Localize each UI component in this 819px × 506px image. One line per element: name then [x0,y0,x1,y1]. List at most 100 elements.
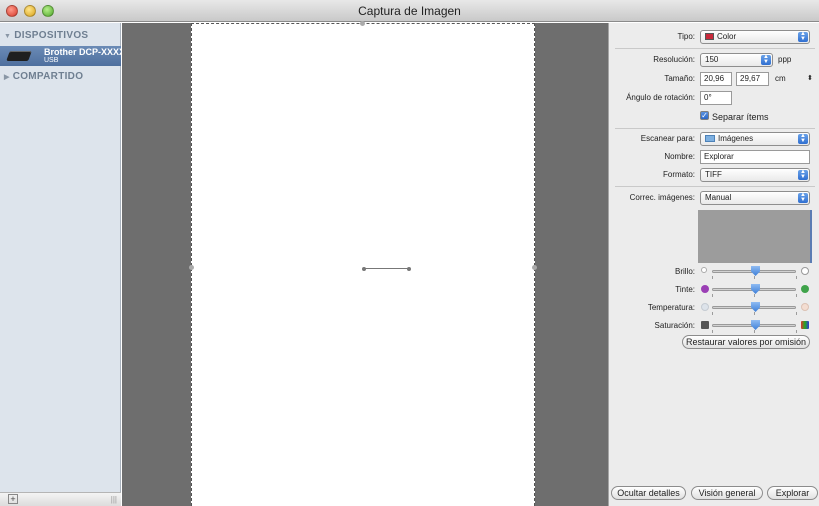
hide-details-button[interactable]: Ocultar detalles [611,486,686,500]
separar-row: ✓ Separar ítems [609,109,819,125]
separator [615,48,815,49]
escanear-popup[interactable]: Imágenes ▲ ▼ [700,132,810,146]
tipo-label: Tipo: [677,32,696,41]
shared-section-header[interactable]: ▶ COMPARTIDO [4,71,83,82]
devices-section-header[interactable]: ▼ DISPOSITIVOS [4,30,88,41]
rotation-handle-end[interactable] [407,267,411,271]
angulo-field[interactable]: 0° [700,91,732,105]
slider-row: Tinte: [609,282,819,298]
folder-icon [705,135,715,142]
sun-large-icon [801,267,809,275]
separator [615,186,815,187]
device-name: Brother DCP-XXXX [44,47,126,57]
histogram-preview [698,210,812,263]
resolucion-row: Resolución: 150 ▲ ▼ ppp [609,52,819,68]
slider-label: Saturación: [654,321,695,330]
separar-label: Separar ítems [712,112,769,122]
separar-checkbox[interactable]: ✓ [700,111,709,120]
magenta-icon [701,285,709,293]
tipo-value: Color [717,32,737,41]
formato-value: TIFF [705,170,722,179]
rotation-handle-line[interactable] [364,268,409,269]
formato-label: Formato: [662,170,695,179]
slider-tick [796,276,797,279]
slider-label: Brillo: [674,267,695,276]
slider-thumb[interactable] [751,284,760,294]
tamano-label: Tamaño: [664,74,695,83]
nombre-row: Nombre: Explorar [609,149,819,165]
slider-tick [712,312,713,315]
slider-tick [712,330,713,333]
disclosure-closed-icon: ▶ [4,74,10,81]
selection-handle-top[interactable] [360,21,365,26]
shared-header-label: COMPARTIDO [12,71,84,82]
selection-handle-left[interactable] [189,265,194,270]
scanner-icon [6,51,32,61]
formato-row: Formato: TIFF ▲ ▼ [609,167,819,183]
slider-row: Brillo: [609,264,819,280]
slider-tick [754,330,755,333]
slider-tick [754,276,755,279]
selection-handle-right[interactable] [532,265,537,270]
nombre-label: Nombre: [664,152,695,161]
nombre-field[interactable]: Explorar [700,150,810,164]
resize-grip-icon[interactable]: ||| [111,495,117,504]
correc-popup[interactable]: Manual ▲ ▼ [700,191,810,205]
width-field[interactable]: 20,96 [700,72,732,86]
formato-popup[interactable]: TIFF ▲ ▼ [700,168,810,182]
scan-button[interactable]: Explorar [767,486,818,500]
escanear-value: Imágenes [718,134,754,143]
add-icon[interactable]: + [8,494,18,504]
popup-arrows-icon: ▲ ▼ [798,31,808,42]
slider-tick [754,294,755,297]
sidebar-item-scanner[interactable]: Brother DCP-XXXX USB [0,46,125,66]
scan-page-preview[interactable] [189,21,537,506]
resolucion-unit: ppp [778,55,792,64]
slider-thumb[interactable] [751,302,760,312]
slider-label: Temperatura: [647,303,695,312]
resolucion-popup[interactable]: 150 ▲ ▼ [700,53,773,67]
tamano-unit: cm [775,74,786,83]
slider-thumb[interactable] [751,320,760,330]
device-connection: USB [44,57,59,64]
restore-defaults-button[interactable]: Restaurar valores por omisión [682,335,810,349]
slider-tick [712,276,713,279]
tamano-row: Tamaño: 20,96 29,67 cm ⬍ [609,71,819,87]
correc-row: Correc. imágenes: Manual ▲ ▼ [609,190,819,206]
slider-row: Temperatura: [609,300,819,316]
popup-arrows-icon: ▲ ▼ [761,54,771,65]
sidebar: ▼ DISPOSITIVOS Brother DCP-XXXX USB ▶ COMP… [0,23,125,506]
slider-tick [796,312,797,315]
angulo-label: Ángulo de rotación: [626,93,695,102]
tipo-popup[interactable]: Color ▲ ▼ [700,30,810,44]
resolucion-value: 150 [705,55,719,64]
slider-tick [796,294,797,297]
popup-arrows-icon: ▲ ▼ [798,192,808,203]
escanear-row: Escanear para: Imágenes ▲ ▼ [609,131,819,147]
resolucion-label: Resolución: [653,55,695,64]
warm-icon [801,303,809,311]
color-icon [801,321,809,329]
angulo-row: Ángulo de rotación: 0° [609,90,819,106]
color-swatch-icon [705,33,714,40]
unit-stepper-icon[interactable]: ⬍ [807,74,813,82]
title-bar: Captura de Imagen [0,0,819,22]
overview-button[interactable]: Visión general [691,486,763,500]
devices-header-label: DISPOSITIVOS [14,30,89,41]
slider-thumb[interactable] [751,266,760,276]
green-icon [801,285,809,293]
scan-preview-area[interactable] [122,21,608,506]
correc-value: Manual [705,193,732,202]
grayscale-icon [701,321,709,329]
disclosure-open-icon: ▼ [4,33,12,40]
tipo-row: Tipo: Color ▲ ▼ [609,29,819,45]
slider-tick [712,294,713,297]
slider-tick [796,330,797,333]
separator [615,128,815,129]
escanear-label: Escanear para: [640,134,695,143]
popup-arrows-icon: ▲ ▼ [798,133,808,144]
cool-icon [701,303,709,311]
rotation-handle-start[interactable] [362,267,366,271]
height-field[interactable]: 29,67 [736,72,769,86]
sun-small-icon [701,267,707,273]
